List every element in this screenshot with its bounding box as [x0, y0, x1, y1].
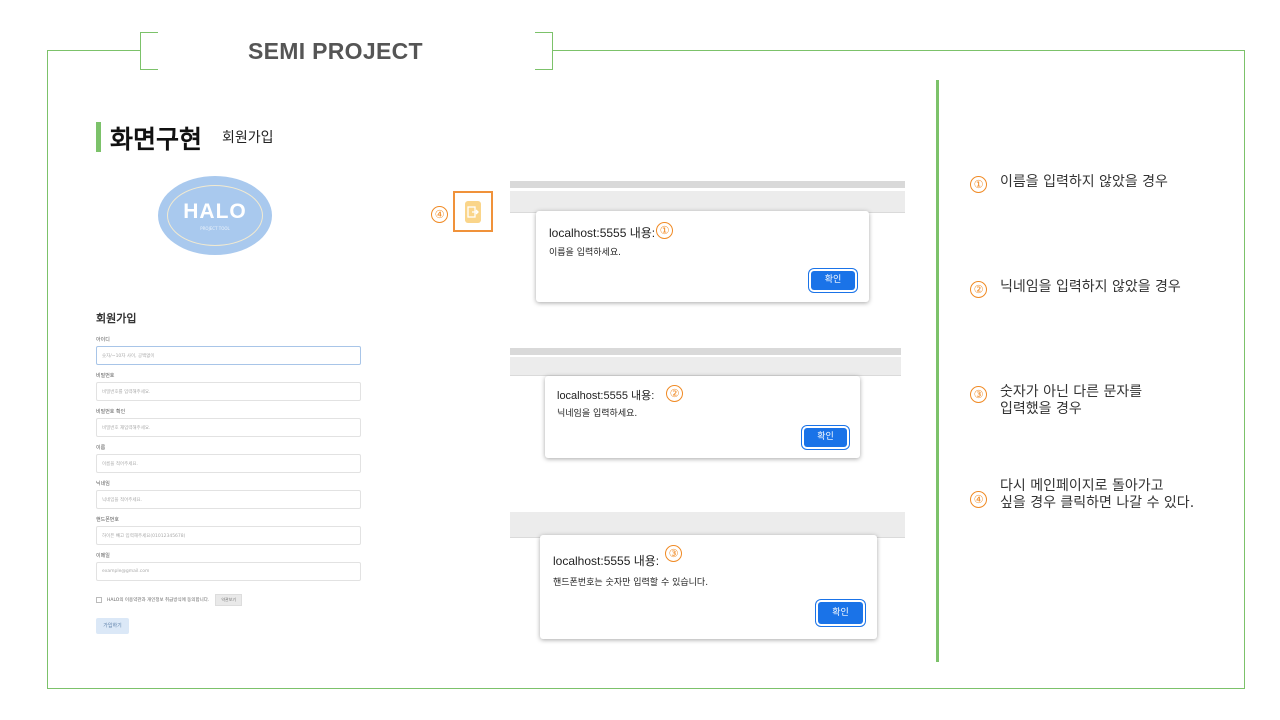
id-input[interactable]: 숫자/~10자 사이, 공백없이: [96, 346, 361, 365]
browser-strip-2-top: [510, 348, 901, 355]
phone-label: 핸드폰번호: [96, 517, 120, 523]
exit-icon: [467, 206, 479, 218]
browser-strip-2: [510, 357, 901, 376]
section-accent-bar: [96, 122, 101, 152]
alert-dialog-1: localhost:5555 내용: 이름을 입력하세요. 확인: [536, 211, 869, 302]
form-heading: 회원가입: [96, 312, 137, 325]
desc-4-line-2: 싶을 경우 클릭하면 나갈 수 있다.: [1000, 495, 1195, 511]
frame-left: [47, 50, 48, 689]
desc-3-line-2: 입력했을 경우: [1000, 401, 1082, 417]
email-input[interactable]: example@gmail.com: [96, 562, 361, 581]
desc-2-line-1: 닉네임을 입력하지 않았을 경우: [1000, 279, 1181, 295]
browser-strip-1-top: [510, 181, 905, 188]
terms-button[interactable]: 약관보기: [215, 594, 243, 606]
alert-3-ok-button[interactable]: 확인: [818, 602, 863, 624]
alert-3-message: 핸드폰번호는 숫자만 입력할 수 있습니다.: [553, 578, 709, 588]
alert-1-ok-button[interactable]: 확인: [811, 271, 855, 290]
desc-1-text: 이름을 입력하지 않았을 경우: [1000, 174, 1168, 191]
alert-1-message: 이름을 입력하세요.: [549, 248, 621, 258]
password-input[interactable]: 비밀번호를 입력해주세요.: [96, 382, 361, 401]
column-divider: [936, 80, 939, 662]
logo-subtext: PROJECT TOOL: [200, 226, 230, 231]
browser-strip-1: [510, 191, 905, 213]
nickname-label: 닉네임: [96, 481, 110, 487]
halo-logo: HALO PROJECT TOOL: [158, 176, 272, 255]
desc-3-line-1: 숫자가 아닌 다른 문자를: [1000, 384, 1143, 400]
frame-top-left: [47, 50, 140, 51]
password-label: 비밀번호: [96, 373, 115, 379]
alert-2-ok-button[interactable]: 확인: [804, 428, 847, 447]
alert-2-message: 닉네임을 입력하세요.: [557, 409, 638, 419]
logo-text: HALO: [183, 199, 247, 223]
alert-2-title: localhost:5555 내용:: [557, 390, 655, 402]
id-label: 아이디: [96, 337, 110, 343]
bracket-right: [535, 32, 553, 70]
nickname-input[interactable]: 닉네임을 적어주세요.: [96, 490, 361, 509]
back-button-highlight[interactable]: [453, 191, 493, 232]
signup-submit-button[interactable]: 가입하기: [96, 618, 129, 634]
section-subtitle: 회원가입: [222, 130, 274, 146]
frame-bottom: [47, 688, 1245, 689]
alert-dialog-3: localhost:5555 내용: 핸드폰번호는 숫자만 입력할 수 있습니다…: [540, 535, 877, 639]
alert-1-title: localhost:5555 내용:: [549, 226, 656, 240]
alert-dialog-2: localhost:5555 내용: 닉네임을 입력하세요. 확인: [545, 376, 860, 458]
marker-2: ②: [666, 385, 683, 402]
marker-3: ③: [665, 545, 682, 562]
name-label: 이름: [96, 445, 106, 451]
desc-4-text: 다시 메인페이지로 돌아가고 싶을 경우 클릭하면 나갈 수 있다.: [1000, 478, 1194, 512]
section-title: 화면구현: [110, 125, 203, 154]
agree-text: HALO의 이용약관과 개인정보 취급방식에 동의합니다.: [107, 598, 210, 603]
desc-4-marker: ④: [970, 491, 987, 508]
alert-3-title: localhost:5555 내용:: [553, 554, 660, 568]
desc-2-marker: ②: [970, 281, 987, 298]
desc-2-text: 닉네임을 입력하지 않았을 경우: [1000, 279, 1181, 296]
password-confirm-label: 비밀번호 확인: [96, 409, 126, 415]
signup-form: 회원가입 아이디 숫자/~10자 사이, 공백없이 비밀번호 비밀번호를 입력해…: [96, 310, 362, 634]
agree-checkbox[interactable]: [96, 597, 102, 603]
marker-4: ④: [431, 206, 448, 223]
slide-title: SEMI PROJECT: [248, 38, 423, 64]
frame-top-right: [553, 50, 1245, 51]
frame-right: [1244, 50, 1245, 689]
desc-1-line-1: 이름을 입력하지 않았을 경우: [1000, 174, 1168, 190]
phone-input[interactable]: 하이픈 빼고 입력해주세요(01012345678): [96, 526, 361, 545]
password-confirm-input[interactable]: 비밀번호 재입력해주세요.: [96, 418, 361, 437]
desc-3-marker: ③: [970, 386, 987, 403]
bracket-left: [140, 32, 158, 70]
desc-4-line-1: 다시 메인페이지로 돌아가고: [1000, 478, 1164, 494]
agree-row: HALO의 이용약관과 개인정보 취급방식에 동의합니다. 약관보기: [96, 594, 362, 606]
name-input[interactable]: 이름을 적어주세요.: [96, 454, 361, 473]
desc-1-marker: ①: [970, 176, 987, 193]
marker-1: ①: [656, 222, 673, 239]
back-button[interactable]: [465, 201, 481, 223]
email-label: 이메일: [96, 553, 110, 559]
desc-3-text: 숫자가 아닌 다른 문자를 입력했을 경우: [1000, 384, 1142, 418]
